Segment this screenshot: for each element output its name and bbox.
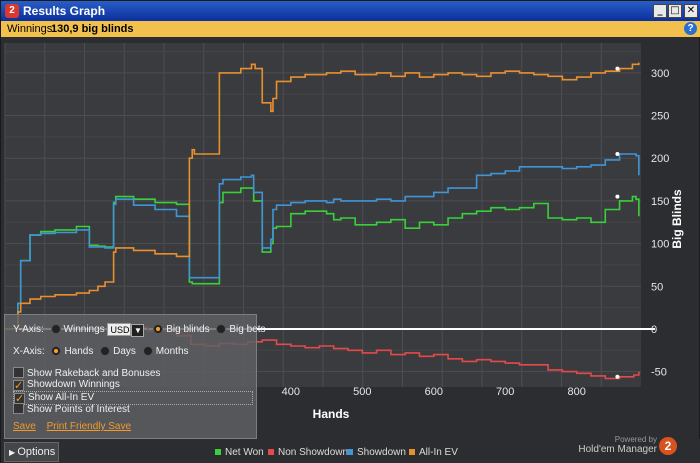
legend-non-showdown[interactable]: Non Showdown	[268, 447, 348, 458]
showdown-swatch	[347, 449, 353, 455]
chevron-down-icon[interactable]: ▼	[131, 324, 145, 337]
poi-checkbox[interactable]	[13, 403, 24, 414]
non-showdown-swatch	[268, 449, 274, 455]
y-axis-label-text: Y-Axis:	[13, 324, 44, 335]
winnings-label: Winnings:	[7, 23, 56, 35]
rakeback-label: Show Rakeback and Bonuses	[27, 368, 161, 379]
series-endpoint	[615, 151, 620, 156]
minimize-button[interactable]: _	[653, 4, 667, 18]
legend-net-won[interactable]: Net Won	[215, 447, 264, 458]
winnings-radio[interactable]	[50, 324, 61, 334]
poi-label: Show Points of Interest	[27, 404, 130, 415]
legend-showdown-label: Showdown	[357, 447, 406, 458]
powered-by: Powered by Hold'em Manager	[578, 435, 657, 455]
showdown-checkbox[interactable]: ✓	[13, 380, 24, 391]
hands-radio-label: Hands	[64, 346, 94, 357]
y-tick-label: 50	[651, 281, 663, 293]
title-bar[interactable]: 2 Results Graph _ □ ✕	[1, 1, 700, 21]
y-axis-row: Y-Axis: Winnings USD ▼ Big blinds Big bet…	[13, 323, 266, 337]
months-radio[interactable]	[142, 346, 153, 356]
close-button[interactable]: ✕	[684, 4, 698, 18]
print-friendly-save-link[interactable]: Print Friendly Save	[47, 421, 131, 432]
x-tick-label: 400	[282, 386, 300, 398]
y-tick-label: 100	[651, 239, 669, 251]
series-endpoint	[615, 66, 620, 71]
big-bets-radio-label: Big bets	[229, 324, 266, 335]
months-radio-label: Months	[155, 346, 189, 357]
y-tick-label: 200	[651, 153, 669, 165]
poi-check-row[interactable]: Show Points of Interest	[13, 403, 130, 417]
legend-net-won-label: Net Won	[225, 447, 264, 458]
legend-all-in-ev[interactable]: All-In EV	[409, 447, 458, 458]
x-axis-row: X-Axis: Hands Days Months	[13, 346, 189, 360]
y-axis-label: Big Blinds	[670, 189, 684, 249]
save-row: Save Print Friendly Save	[13, 421, 131, 435]
legend-non-showdown-label: Non Showdown	[278, 447, 349, 458]
showdown-label: Showdown Winnings	[27, 379, 120, 390]
save-link[interactable]: Save	[13, 421, 36, 432]
maximize-button[interactable]: □	[668, 4, 682, 18]
options-panel: Y-Axis: Winnings USD ▼ Big blinds Big bet…	[4, 314, 266, 439]
big-blinds-radio[interactable]	[153, 324, 164, 334]
results-graph-window: 2 Results Graph _ □ ✕ Winnings: 130,9 bi…	[0, 0, 700, 463]
x-tick-label: 600	[425, 386, 443, 398]
help-icon[interactable]: ?	[684, 22, 697, 35]
brand-name: Hold'em Manager	[578, 444, 657, 455]
app-icon: 2	[5, 4, 19, 18]
legend-showdown[interactable]: Showdown	[347, 447, 406, 458]
series-endpoint	[615, 194, 620, 199]
x-ticks: 400 500 600 700 800	[282, 386, 586, 398]
y-tick-label: 300	[651, 68, 669, 80]
winnings-bar: Winnings: 130,9 big blinds ?	[1, 21, 700, 37]
x-tick-label: 700	[496, 386, 514, 398]
big-bets-radio[interactable]	[216, 324, 227, 334]
window-title: Results Graph	[23, 4, 106, 18]
y-tick-label: 150	[651, 196, 669, 208]
x-tick-label: 800	[568, 386, 586, 398]
hands-radio[interactable]	[51, 346, 62, 356]
net-won-swatch	[215, 449, 221, 455]
big-blinds-radio-label: Big blinds	[166, 324, 210, 335]
days-radio-label: Days	[113, 346, 136, 357]
bottom-bar: ▶ Options Net Won Non Showdown Showdown …	[1, 435, 700, 463]
x-axis-label-text: X-Axis:	[13, 346, 45, 357]
all-in-ev-swatch	[409, 449, 415, 455]
x-axis-label: Hands	[313, 407, 350, 421]
legend-all-in-ev-label: All-In EV	[419, 447, 458, 458]
currency-select[interactable]: USD	[107, 323, 132, 336]
y-tick-label: 0	[651, 324, 657, 336]
options-tab[interactable]: ▶ Options	[4, 442, 59, 462]
winnings-value: 130,9 big blinds	[51, 23, 134, 35]
days-radio[interactable]	[100, 346, 111, 356]
rakeback-checkbox[interactable]	[13, 367, 24, 378]
y-tick-label: 250	[651, 111, 669, 123]
options-tab-label: Options	[17, 446, 56, 458]
y-ticks: -50 0 50 100 150 200 250 300	[651, 68, 669, 379]
hm-logo: 2	[659, 437, 677, 455]
y-tick-label: -50	[651, 367, 667, 379]
x-tick-label: 500	[353, 386, 371, 398]
winnings-radio-label: Winnings	[63, 324, 105, 335]
allin-label: Show All-In EV	[28, 392, 95, 403]
series-endpoint	[615, 374, 620, 379]
